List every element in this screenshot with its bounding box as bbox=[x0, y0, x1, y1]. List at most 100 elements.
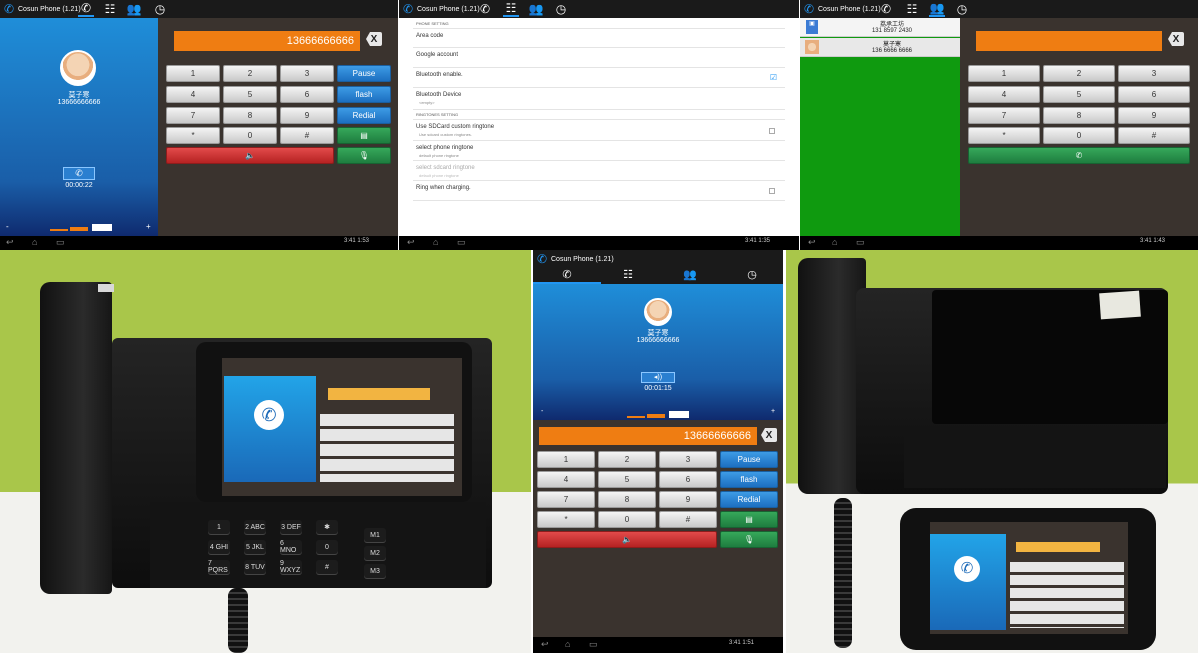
clear-button[interactable]: X bbox=[366, 32, 382, 46]
contact-row[interactable]: 莫子寒 136 6666 6666 bbox=[800, 38, 960, 57]
setting-bluetooth-device[interactable]: Bluetooth Device <empty> bbox=[413, 88, 785, 110]
hw-key-m2[interactable]: M2 bbox=[364, 546, 386, 560]
back-icon[interactable]: ↩ bbox=[6, 237, 14, 248]
key-6[interactable]: 6 bbox=[1118, 86, 1190, 103]
key-5[interactable]: 5 bbox=[598, 471, 656, 488]
key-9[interactable]: 9 bbox=[1118, 107, 1190, 124]
clear-button[interactable]: X bbox=[1168, 32, 1184, 46]
checkbox-checked-icon[interactable]: ☑ bbox=[770, 73, 777, 82]
tab-settings[interactable]: ☷ bbox=[904, 1, 920, 17]
key-3[interactable]: 3 bbox=[1118, 65, 1190, 82]
key-hash[interactable]: # bbox=[280, 127, 334, 144]
speaker-icon[interactable]: 🔈 bbox=[166, 147, 334, 164]
setting-phone-ringtone[interactable]: select phone ringtone default phone ring… bbox=[413, 141, 785, 161]
hw-key-star[interactable]: ✱ bbox=[316, 520, 338, 534]
setting-google-account[interactable]: Google account bbox=[413, 48, 785, 68]
volume-plus[interactable]: + bbox=[146, 222, 151, 231]
back-icon[interactable]: ↩ bbox=[808, 237, 816, 248]
key-5[interactable]: 5 bbox=[223, 86, 277, 103]
key-1[interactable]: 1 bbox=[166, 65, 220, 82]
tab-contacts[interactable]: 👥 bbox=[528, 1, 544, 17]
speaker-icon[interactable]: 🔈 bbox=[537, 531, 717, 548]
dial-number-display[interactable] bbox=[976, 31, 1162, 51]
pause-button[interactable]: Pause bbox=[720, 451, 778, 468]
contacts-book-icon[interactable]: ▤ bbox=[720, 511, 778, 528]
key-2[interactable]: 2 bbox=[223, 65, 277, 82]
recents-icon[interactable]: ▭ bbox=[457, 237, 466, 248]
volume-plus[interactable]: + bbox=[771, 408, 775, 415]
home-icon[interactable]: ⌂ bbox=[433, 237, 438, 247]
key-7[interactable]: 7 bbox=[166, 107, 220, 124]
tab-history[interactable]: ◷ bbox=[954, 1, 970, 17]
recents-icon[interactable]: ▭ bbox=[856, 237, 865, 248]
handset-icon[interactable]: ◂)) bbox=[641, 372, 675, 383]
tab-history[interactable]: ◷ bbox=[553, 1, 569, 17]
hw-key-hash[interactable]: # bbox=[316, 560, 338, 574]
key-0[interactable]: 0 bbox=[223, 127, 277, 144]
back-icon[interactable]: ↩ bbox=[541, 639, 549, 650]
flash-button[interactable]: flash bbox=[720, 471, 778, 488]
key-9[interactable]: 9 bbox=[280, 107, 334, 124]
key-4[interactable]: 4 bbox=[537, 471, 595, 488]
handset-icon[interactable]: ✆ bbox=[63, 167, 95, 180]
tab-contacts[interactable]: 👥 bbox=[126, 1, 142, 17]
setting-bluetooth-enable[interactable]: Bluetooth enable. ☑ bbox=[413, 68, 785, 88]
key-1[interactable]: 1 bbox=[968, 65, 1040, 82]
checkbox-empty-icon[interactable] bbox=[769, 188, 775, 194]
hw-key-m3[interactable]: M3 bbox=[364, 564, 386, 578]
tab-contacts[interactable]: 👥 bbox=[929, 1, 945, 17]
hw-key-4[interactable]: 4 GHI bbox=[208, 540, 230, 554]
hw-key-7[interactable]: 7 PQRS bbox=[208, 560, 230, 574]
tab-history[interactable]: ◷ bbox=[721, 268, 783, 281]
dial-number-display[interactable]: 13666666666 bbox=[539, 427, 757, 445]
key-8[interactable]: 8 bbox=[1043, 107, 1115, 124]
key-5[interactable]: 5 bbox=[1043, 86, 1115, 103]
volume-minus[interactable]: - bbox=[541, 408, 543, 415]
recents-icon[interactable]: ▭ bbox=[56, 237, 65, 248]
key-2[interactable]: 2 bbox=[1043, 65, 1115, 82]
hw-key-0[interactable]: 0 bbox=[316, 540, 338, 554]
flash-button[interactable]: flash bbox=[337, 86, 391, 103]
recents-icon[interactable]: ▭ bbox=[589, 639, 598, 650]
volume-minus[interactable]: - bbox=[6, 222, 9, 231]
key-hash[interactable]: # bbox=[659, 511, 717, 528]
tab-dialer[interactable]: ✆ bbox=[878, 1, 894, 17]
home-icon[interactable]: ⌂ bbox=[32, 237, 37, 247]
microphone-icon[interactable]: 🎙 bbox=[720, 531, 778, 548]
key-4[interactable]: 4 bbox=[166, 86, 220, 103]
setting-area-code[interactable]: Area code bbox=[413, 28, 785, 48]
hw-key-1[interactable]: 1 bbox=[208, 520, 230, 534]
key-9[interactable]: 9 bbox=[659, 491, 717, 508]
key-star[interactable]: * bbox=[968, 127, 1040, 144]
checkbox-empty-icon[interactable] bbox=[769, 128, 775, 134]
redial-button[interactable]: Redial bbox=[720, 491, 778, 508]
dial-number-display[interactable]: 13666666666 bbox=[174, 31, 360, 51]
hw-key-m1[interactable]: M1 bbox=[364, 528, 386, 542]
tab-contacts[interactable]: 👥 bbox=[659, 268, 721, 281]
key-7[interactable]: 7 bbox=[537, 491, 595, 508]
hw-key-6[interactable]: 6 MNO bbox=[280, 540, 302, 554]
key-hash[interactable]: # bbox=[1118, 127, 1190, 144]
hw-key-2[interactable]: 2 ABC bbox=[244, 520, 266, 534]
key-3[interactable]: 3 bbox=[659, 451, 717, 468]
key-8[interactable]: 8 bbox=[223, 107, 277, 124]
key-4[interactable]: 4 bbox=[968, 86, 1040, 103]
key-1[interactable]: 1 bbox=[537, 451, 595, 468]
tab-settings[interactable]: ☷ bbox=[503, 1, 519, 17]
hw-key-5[interactable]: 5 JKL bbox=[244, 540, 266, 554]
home-icon[interactable]: ⌂ bbox=[832, 237, 837, 247]
tab-dialer[interactable]: ✆ bbox=[533, 268, 601, 284]
home-icon[interactable]: ⌂ bbox=[565, 639, 570, 649]
hw-key-9[interactable]: 9 WXYZ bbox=[280, 560, 302, 574]
call-button[interactable]: ✆ bbox=[968, 147, 1190, 164]
key-7[interactable]: 7 bbox=[968, 107, 1040, 124]
key-0[interactable]: 0 bbox=[598, 511, 656, 528]
contact-row[interactable]: ▣ 荔承工坊 131 8597 2430 bbox=[800, 18, 960, 37]
setting-ring-charging[interactable]: Ring when charging. bbox=[413, 181, 785, 201]
setting-sdcard-ringtone[interactable]: Use SDCard custom ringtone Use sdcard cu… bbox=[413, 119, 785, 141]
key-0[interactable]: 0 bbox=[1043, 127, 1115, 144]
pause-button[interactable]: Pause bbox=[337, 65, 391, 82]
contacts-book-icon[interactable]: ▤ bbox=[337, 127, 391, 144]
key-8[interactable]: 8 bbox=[598, 491, 656, 508]
tab-settings[interactable]: ☷ bbox=[597, 268, 659, 281]
